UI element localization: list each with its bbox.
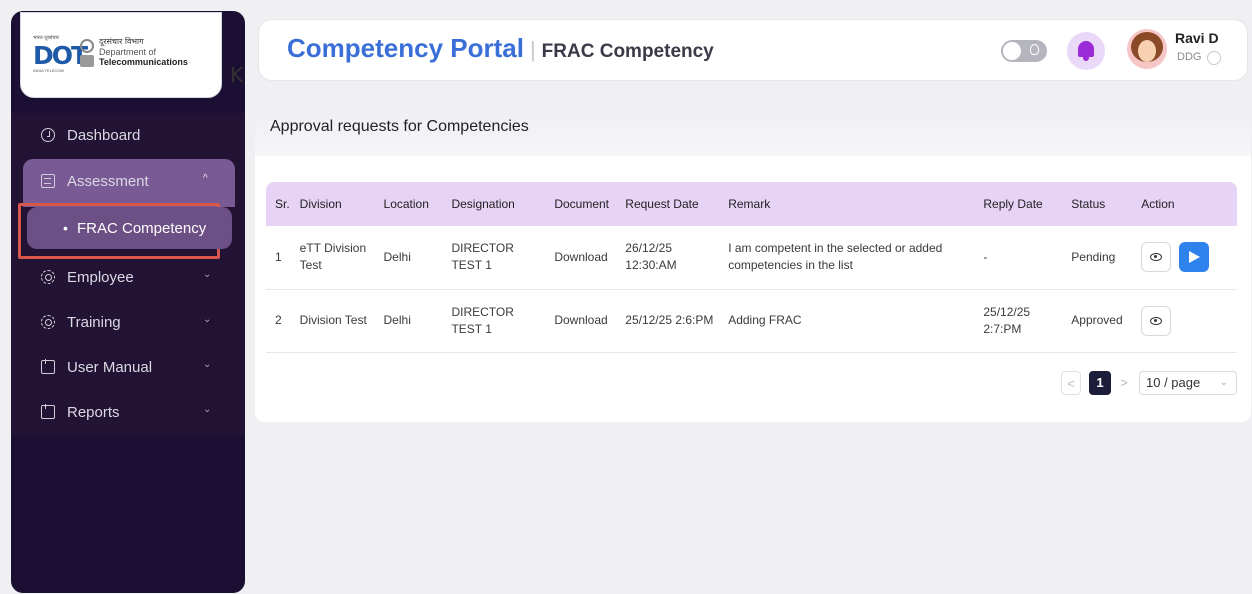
download-link[interactable]: Download [549, 289, 620, 352]
column-header: Reply Date [983, 197, 1043, 211]
chevron-down-icon: ⌄ [203, 269, 212, 280]
column-header: Remark [728, 197, 771, 211]
cell-location: Delhi [383, 249, 411, 264]
chevron-down-icon: ⌄ [203, 404, 212, 415]
cell-action [1136, 226, 1237, 289]
status-badge: Pending [1071, 249, 1116, 264]
column-header: Location [383, 197, 429, 211]
assessment-icon [41, 174, 55, 188]
requests-table: Sr. Division Location Designation Docume… [266, 182, 1237, 353]
column-header: Designation [451, 197, 515, 211]
column-header: Division [299, 197, 342, 211]
theme-toggle[interactable] [1001, 40, 1047, 62]
dept-line2: Telecommunications [99, 57, 188, 67]
cell-remark: I am competent in the selected or added … [728, 241, 943, 273]
top-header: Competency Portal | FRAC Competency Ravi D… [258, 19, 1248, 81]
view-button[interactable] [1141, 242, 1172, 273]
sidebar-item-assessment[interactable]: Assessment ^ [11, 159, 208, 203]
cell-location: Delhi [383, 313, 411, 327]
sidebar-item-reports[interactable]: Reports ⌄ [11, 390, 211, 434]
eye-icon [1150, 316, 1163, 325]
download-link[interactable]: Download [549, 226, 620, 289]
cell-action [1136, 289, 1237, 352]
column-header: Action [1141, 197, 1175, 211]
view-button[interactable] [1141, 305, 1172, 336]
sidebar-item-dashboard[interactable]: Dashboard [11, 113, 140, 157]
page-subtitle: FRAC Competency [541, 41, 714, 62]
title-separator: | [529, 37, 536, 62]
cell-division: Division Test [299, 313, 367, 327]
sidebar-item-user-manual[interactable]: User Manual ⌄ [11, 345, 211, 389]
pagination-next-button[interactable]: > [1114, 371, 1134, 395]
cell-reply-date: 25/12/25 2:7:PM [983, 304, 1031, 336]
avatar[interactable] [1127, 29, 1167, 69]
dept-line1: Department of [99, 47, 157, 57]
notifications-button[interactable] [1067, 32, 1105, 70]
column-header: Status [1071, 197, 1106, 211]
card-title: Approval requests for Competencies [270, 118, 529, 135]
portal-title: Competency Portal [287, 33, 524, 63]
user-name: Ravi D [1175, 30, 1219, 46]
pagination-current-page[interactable]: 1 [1089, 371, 1111, 395]
book-icon [41, 404, 55, 419]
toggle-knob [1003, 42, 1021, 60]
chevron-up-icon: ^ [203, 173, 208, 184]
table-row: 1 eTT Division Test Delhi DIRECTOR TEST … [266, 226, 1237, 289]
sidebar-item-label: Training [67, 313, 121, 331]
chevron-down-icon: ⌄ [1219, 377, 1228, 388]
cell-request-date: 25/12/25 2:6:PM [625, 313, 714, 327]
pagination-prev-button[interactable]: < [1061, 371, 1081, 395]
bulb-icon [1030, 44, 1039, 55]
sidebar-item-label: Employee [67, 268, 134, 286]
chevron-down-icon: ⌄ [203, 314, 212, 325]
table-row: 2 Division Test Delhi DIRECTOR TEST 1 Do… [266, 289, 1237, 352]
gear-icon [41, 270, 55, 284]
send-button[interactable] [1179, 242, 1210, 273]
logo-mark-sub: INDIA TELECOM [33, 68, 64, 73]
column-header: Sr. [275, 197, 290, 211]
book-icon [41, 359, 55, 374]
eye-icon [1150, 253, 1163, 262]
user-role: DDG [1177, 51, 1202, 63]
bell-icon [1078, 41, 1094, 61]
department-label: दूरसंचार विभाग Department of Telecommuni… [99, 37, 188, 67]
send-icon [1188, 251, 1200, 264]
cell-reply-date: - [983, 249, 988, 264]
cell-sr: 1 [275, 249, 282, 264]
sidebar-item-frac-competency[interactable]: FRAC Competency [27, 207, 232, 249]
dot-logo: भारत दूरसंचार DOT INDIA TELECOM [33, 35, 88, 73]
cell-remark: Adding FRAC [728, 313, 802, 327]
cell-designation: DIRECTOR TEST 1 [451, 241, 514, 273]
collapse-sidebar-button[interactable]: K [230, 63, 243, 87]
logo-box: भारत दूरसंचार DOT INDIA TELECOM दूरसंचार… [20, 12, 243, 98]
sidebar-item-label: FRAC Competency [77, 219, 207, 237]
cell-division: eTT Division Test [299, 241, 367, 273]
sidebar-item-employee[interactable]: Employee ⌄ [11, 255, 211, 299]
dashboard-icon [41, 128, 55, 142]
status-badge: Approved [1071, 313, 1123, 327]
emblem-icon [79, 39, 95, 69]
page-size-label: 10 / page [1146, 375, 1201, 390]
sidebar-item-label: Reports [67, 403, 120, 421]
sidebar-item-training[interactable]: Training ⌄ [11, 300, 211, 344]
sidebar-item-label: User Manual [67, 358, 153, 376]
sidebar-item-label: Assessment [67, 172, 149, 190]
table-header-row: Sr. Division Location Designation Docume… [266, 182, 1237, 226]
status-ring-icon [1207, 51, 1221, 65]
column-header: Request Date [625, 197, 699, 211]
cell-sr: 2 [275, 313, 282, 327]
sidebar-item-label: Dashboard [67, 126, 141, 144]
approval-requests-card: Approval requests for Competencies Sr. D… [255, 100, 1251, 422]
column-header: Document [554, 197, 610, 211]
cell-designation: DIRECTOR TEST 1 [451, 304, 514, 336]
gear-icon [41, 315, 55, 329]
page-size-select[interactable]: 10 / page ⌄ [1139, 371, 1237, 395]
card-header: Approval requests for Competencies [255, 100, 1251, 156]
chevron-down-icon: ⌄ [203, 359, 212, 370]
cell-request-date: 26/12/25 12:30:AM [625, 241, 677, 273]
dept-hindi: दूरसंचार विभाग [99, 37, 144, 46]
page-title: Competency Portal | FRAC Competency [287, 33, 714, 64]
